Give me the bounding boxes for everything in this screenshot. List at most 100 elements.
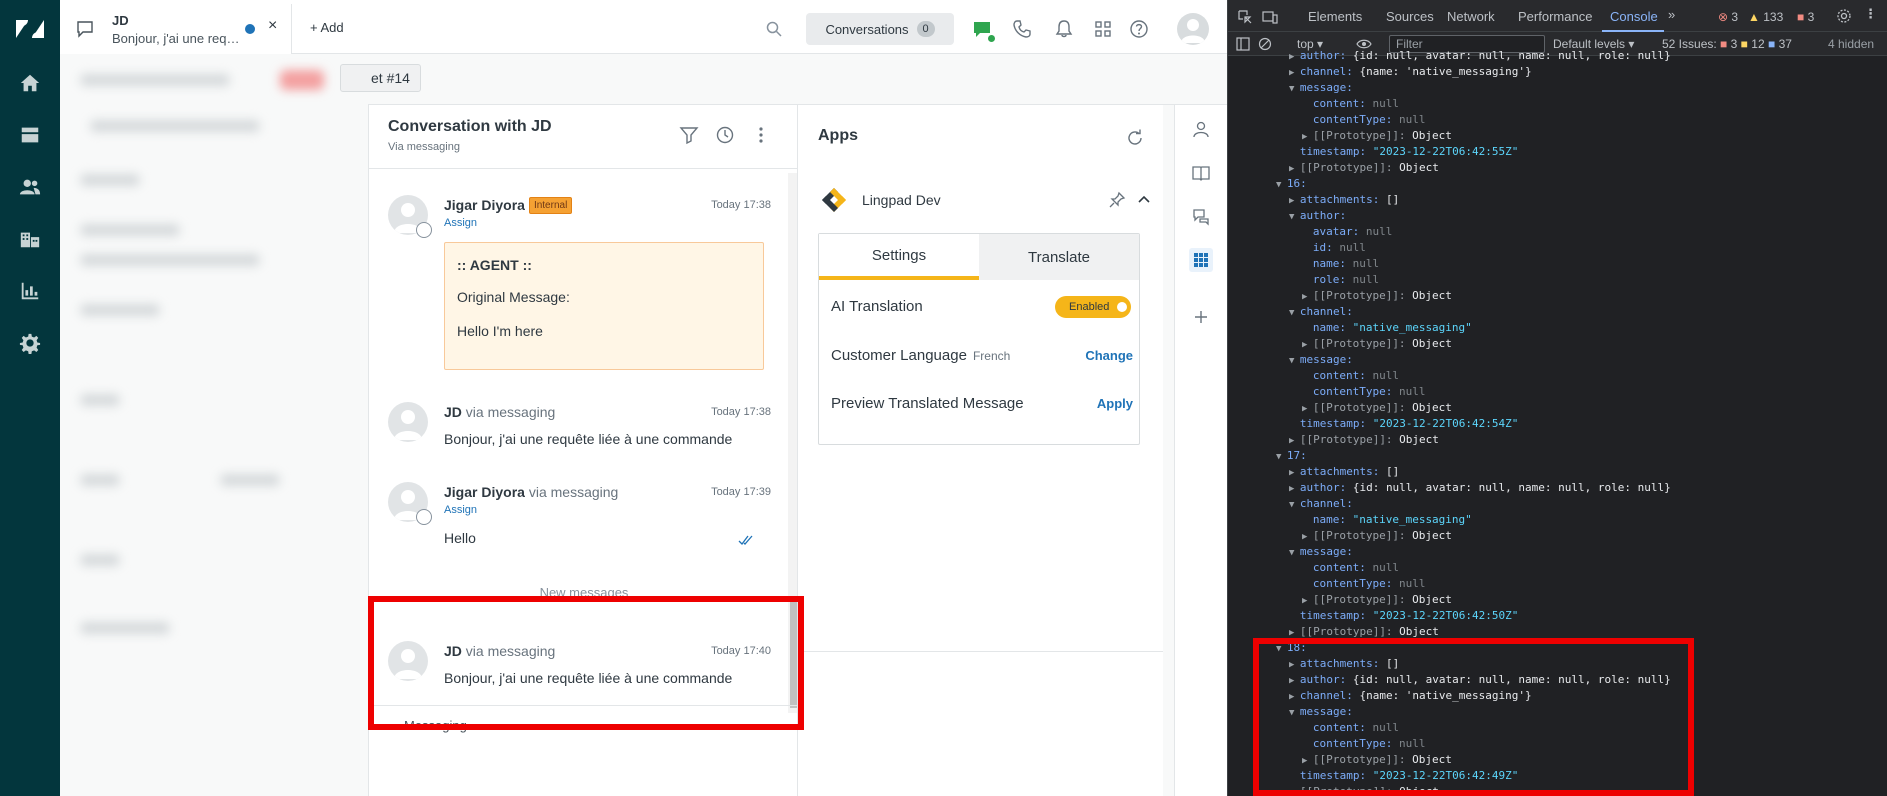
settings-gear-icon[interactable]	[1836, 8, 1852, 24]
collapsed-triangle-icon[interactable]: ▶	[1289, 52, 1300, 62]
collapsed-triangle-icon[interactable]: ▶	[1289, 484, 1300, 494]
more-options-icon[interactable]	[751, 125, 771, 145]
expanded-triangle-icon[interactable]: ▼	[1289, 548, 1300, 558]
console-line[interactable]: ▶ author: {id: null, avatar: null, name:…	[1289, 48, 1671, 64]
clear-console-icon[interactable]	[1258, 37, 1272, 51]
console-line[interactable]: ▼ message:	[1289, 544, 1353, 560]
expanded-triangle-icon[interactable]: ▼	[1289, 356, 1300, 366]
console-line[interactable]: ▶ [[Prototype]]: Object	[1302, 592, 1452, 608]
knowledge-icon[interactable]	[1189, 161, 1213, 185]
expanded-triangle-icon[interactable]: ▼	[1289, 500, 1300, 510]
apps-scrollbar[interactable]	[1163, 105, 1174, 796]
tab-console[interactable]: Console	[1610, 9, 1658, 24]
console-key: [[Prototype]]:	[1299, 625, 1393, 638]
apply-preview-button[interactable]: Apply	[1097, 396, 1133, 411]
intelligence-icon[interactable]	[1189, 205, 1213, 229]
admin-icon[interactable]	[15, 328, 45, 358]
expanded-triangle-icon[interactable]: ▼	[1289, 212, 1300, 222]
collapsed-triangle-icon[interactable]: ▶	[1302, 292, 1313, 302]
tab-performance[interactable]: Performance	[1518, 9, 1592, 24]
collapsed-triangle-icon[interactable]: ▶	[1302, 404, 1313, 414]
filter-icon[interactable]	[679, 125, 699, 145]
conversations-button[interactable]: Conversations 0	[806, 13, 954, 45]
close-tab-button[interactable]: ×	[268, 17, 277, 35]
ticket-chip[interactable]: et #14	[340, 64, 421, 92]
help-icon[interactable]	[1126, 16, 1152, 42]
device-toolbar-icon[interactable]	[1262, 9, 1278, 25]
apps-context-icon[interactable]	[1189, 248, 1213, 272]
issues-count[interactable]: ■ 3	[1797, 10, 1814, 24]
lingpad-app-header[interactable]: Lingpad Dev	[818, 180, 1150, 220]
console-line[interactable]: ▶ [[Prototype]]: Object	[1302, 336, 1452, 352]
ticket-tab[interactable]: JD Bonjour, j'ai une requête liée à une …	[60, 4, 292, 54]
console-line[interactable]: ▼ channel:	[1289, 304, 1353, 320]
console-line[interactable]: ▼ message:	[1289, 352, 1353, 368]
collapsed-triangle-icon[interactable]: ▶	[1289, 164, 1300, 174]
phone-icon[interactable]	[1009, 16, 1035, 42]
console-line[interactable]: ▶ attachments: []	[1289, 464, 1399, 480]
inspect-icon[interactable]	[1237, 9, 1253, 25]
console-line[interactable]: ▶ [[Prototype]]: Object	[1289, 160, 1439, 176]
console-key: contentType:	[1312, 577, 1393, 590]
console-line[interactable]: ▶ channel: {name: 'native_messaging'}	[1289, 64, 1532, 80]
search-icon[interactable]	[766, 21, 782, 37]
chevron-up-icon[interactable]	[1136, 192, 1152, 208]
home-icon[interactable]	[15, 68, 45, 98]
pin-icon[interactable]	[1108, 191, 1126, 209]
ai-translation-toggle[interactable]: Enabled	[1055, 296, 1131, 318]
console-line[interactable]: ▶ [[Prototype]]: Object	[1302, 288, 1452, 304]
issues-summary[interactable]: 52 Issues: ■ 3 ■ 12 ■ 37	[1662, 37, 1792, 51]
assign-link[interactable]: Assign	[444, 217, 477, 229]
collapsed-triangle-icon[interactable]: ▶	[1302, 532, 1313, 542]
console-line[interactable]: ▼ 16:	[1276, 176, 1307, 192]
customers-icon[interactable]	[15, 172, 45, 202]
console-line[interactable]: ▶ [[Prototype]]: Object	[1302, 128, 1452, 144]
tab-network[interactable]: Network	[1447, 9, 1495, 24]
console-line[interactable]: ▶ [[Prototype]]: Object	[1302, 528, 1452, 544]
expanded-triangle-icon[interactable]: ▼	[1276, 180, 1287, 190]
collapsed-triangle-icon[interactable]: ▶	[1302, 596, 1313, 606]
console-line[interactable]: ▶ author: {id: null, avatar: null, name:…	[1289, 480, 1671, 496]
collapsed-triangle-icon[interactable]: ▶	[1302, 340, 1313, 350]
console-line[interactable]: ▼ author:	[1289, 208, 1346, 224]
sidebar-toggle-icon[interactable]	[1236, 37, 1250, 51]
views-icon[interactable]	[15, 120, 45, 150]
tab-sources[interactable]: Sources	[1386, 9, 1434, 24]
collapsed-triangle-icon[interactable]: ▶	[1289, 68, 1300, 78]
more-tabs-icon[interactable]: »	[1668, 7, 1675, 22]
collapsed-triangle-icon[interactable]: ▶	[1289, 468, 1300, 478]
collapsed-triangle-icon[interactable]: ▶	[1289, 436, 1300, 446]
expanded-triangle-icon[interactable]: ▼	[1276, 452, 1287, 462]
console-line[interactable]: ▶ attachments: []	[1289, 192, 1399, 208]
logo-icon[interactable]	[14, 14, 46, 44]
console-line[interactable]: ▼ 17:	[1276, 448, 1307, 464]
chat-status-button[interactable]	[966, 13, 998, 45]
change-language-button[interactable]: Change	[1085, 348, 1133, 363]
console-line[interactable]: ▶ [[Prototype]]: Object	[1302, 400, 1452, 416]
assign-link[interactable]: Assign	[444, 504, 477, 516]
kebab-menu-icon[interactable]: ⋮	[1864, 6, 1877, 22]
refresh-icon[interactable]	[1126, 129, 1144, 147]
add-tab-button[interactable]: + Add	[310, 20, 344, 35]
reporting-icon[interactable]	[15, 276, 45, 306]
tab-elements[interactable]: Elements	[1308, 9, 1362, 24]
console-line[interactable]: ▼ channel:	[1289, 496, 1353, 512]
collapsed-triangle-icon[interactable]: ▶	[1302, 132, 1313, 142]
collapsed-triangle-icon[interactable]: ▶	[1289, 628, 1300, 638]
console-line[interactable]: ▶ [[Prototype]]: Object	[1289, 432, 1439, 448]
warning-count[interactable]: ▲ 133	[1748, 10, 1783, 24]
customer-context-icon[interactable]	[1189, 117, 1213, 141]
error-count[interactable]: ⊗ 3	[1718, 10, 1738, 24]
expanded-triangle-icon[interactable]: ▼	[1289, 308, 1300, 318]
user-avatar[interactable]	[1177, 13, 1209, 45]
expanded-triangle-icon[interactable]: ▼	[1289, 84, 1300, 94]
tab-translate[interactable]: Translate	[979, 234, 1139, 280]
console-line[interactable]: ▼ message:	[1289, 80, 1353, 96]
tab-settings[interactable]: Settings	[819, 234, 979, 280]
collapsed-triangle-icon[interactable]: ▶	[1289, 196, 1300, 206]
history-icon[interactable]	[715, 125, 735, 145]
add-app-icon[interactable]	[1189, 305, 1213, 329]
notifications-icon[interactable]	[1051, 16, 1077, 42]
apps-grid-icon[interactable]	[1090, 16, 1116, 42]
organizations-icon[interactable]	[15, 224, 45, 254]
